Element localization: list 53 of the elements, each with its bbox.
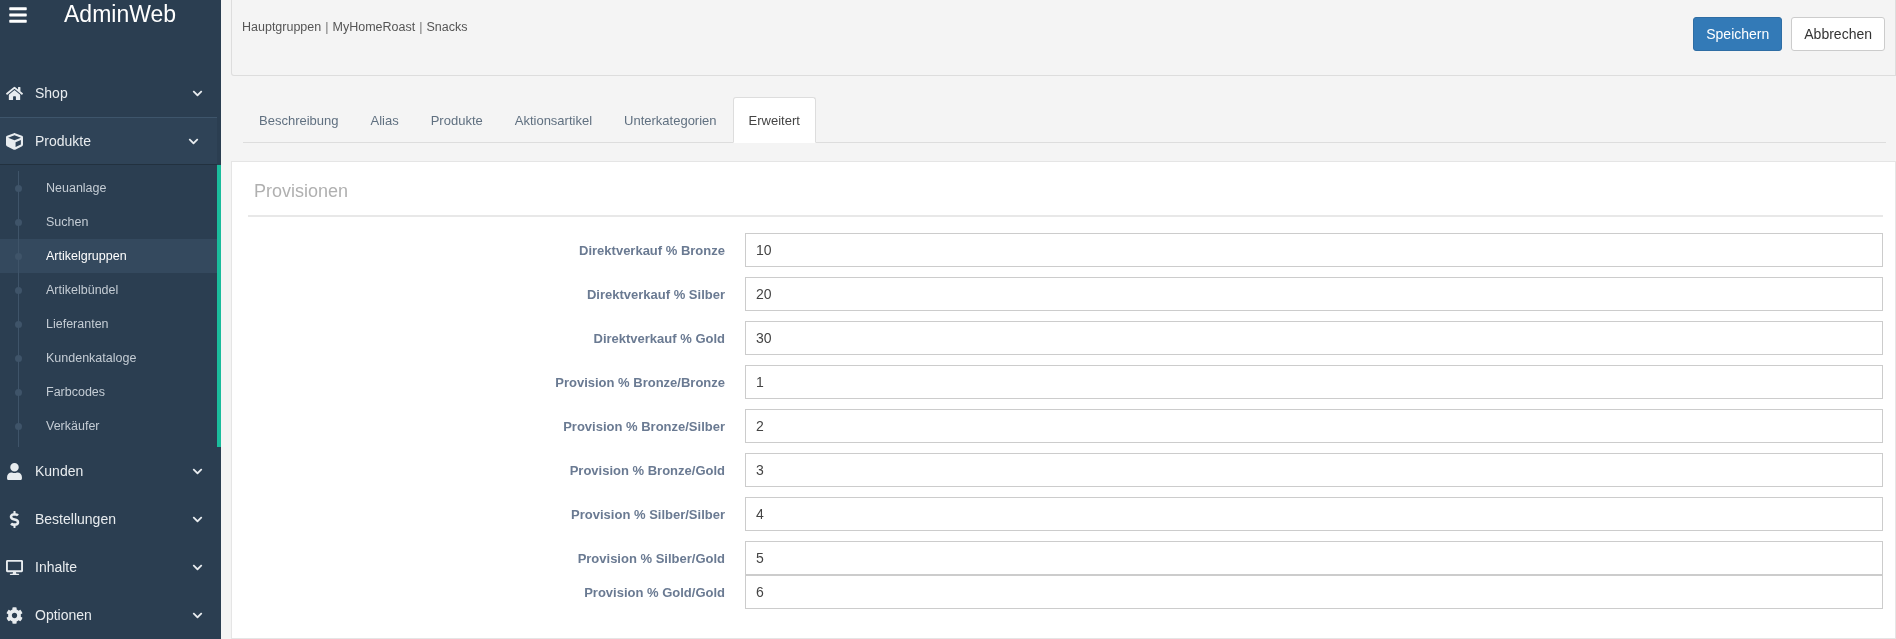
tab[interactable]: Alias <box>354 97 415 143</box>
gear-icon <box>6 606 23 624</box>
input-field[interactable]: 30 <box>745 321 1883 355</box>
submenu-item[interactable]: Farbcodes <box>0 375 217 409</box>
tab[interactable]: Unterkategorien <box>608 97 733 143</box>
submenu-item[interactable]: Artikelgruppen <box>0 239 217 273</box>
save-button[interactable]: Speichern <box>1693 17 1783 51</box>
input-field[interactable]: 10 <box>745 233 1883 267</box>
submenu-item[interactable]: Verkäufer <box>0 409 217 443</box>
sidebar-item[interactable]: Kunden <box>0 447 221 495</box>
field-label: Provision % Bronze/Bronze <box>554 374 725 390</box>
input-field[interactable]: 4 <box>745 497 1883 531</box>
sidebar-item[interactable]: Shop <box>0 69 221 117</box>
input-field[interactable]: 1 <box>745 365 1883 399</box>
submenu-item[interactable]: Artikelbündel <box>0 273 217 307</box>
input-field[interactable]: 2 <box>745 409 1883 443</box>
field-label: Provision % Silber/Gold <box>576 550 725 566</box>
monitor-icon <box>6 558 23 576</box>
submenu-item[interactable]: Neuanlage <box>0 171 217 205</box>
app-title: AdminWeb <box>64 1 177 28</box>
breadcrumb-link[interactable]: Hauptgruppen <box>242 20 322 34</box>
home-icon <box>6 84 23 102</box>
tab[interactable]: Beschreibung <box>243 97 355 143</box>
breadcrumb-separator: | <box>419 20 423 34</box>
cube-icon <box>6 132 23 150</box>
tab[interactable]: Produkte <box>414 97 499 143</box>
input-field[interactable]: 6 <box>745 575 1883 609</box>
cancel-button[interactable]: Abbrechen <box>1791 17 1885 51</box>
field-label: Direktverkauf % Silber <box>586 286 725 302</box>
tab[interactable]: Aktionsartikel <box>498 97 609 143</box>
sidebar-item[interactable]: Bestellungen <box>0 495 221 543</box>
section-title: Provisionen <box>248 162 1883 217</box>
input-field[interactable]: 5 <box>745 541 1883 575</box>
breadcrumb-link[interactable]: Snacks <box>426 20 468 34</box>
field-label: Direktverkauf % Bronze <box>578 242 725 258</box>
field-label: Provision % Bronze/Gold <box>568 462 725 478</box>
submenu-item[interactable]: Suchen <box>0 205 217 239</box>
field-label: Provision % Silber/Silber <box>570 506 725 522</box>
menu-icon[interactable] <box>8 4 28 25</box>
sidebar-item[interactable]: Produkte <box>0 117 217 165</box>
submenu-item[interactable]: Lieferanten <box>0 307 217 341</box>
input-field[interactable]: 20 <box>745 277 1883 311</box>
sidebar-item[interactable]: Optionen <box>0 591 221 639</box>
input-field[interactable]: 3 <box>745 453 1883 487</box>
tab[interactable]: Erweitert <box>732 97 816 143</box>
user-icon <box>6 462 23 480</box>
field-label: Provision % Gold/Gold <box>583 584 725 600</box>
submenu-item[interactable]: Kundenkataloge <box>0 341 217 375</box>
field-label: Direktverkauf % Gold <box>592 330 725 346</box>
breadcrumb-link[interactable]: MyHomeRoast <box>332 20 416 34</box>
field-label: Provision % Bronze/Silber <box>562 418 725 434</box>
sidebar-item[interactable]: Inhalte <box>0 543 221 591</box>
breadcrumb-separator: | <box>325 20 329 34</box>
